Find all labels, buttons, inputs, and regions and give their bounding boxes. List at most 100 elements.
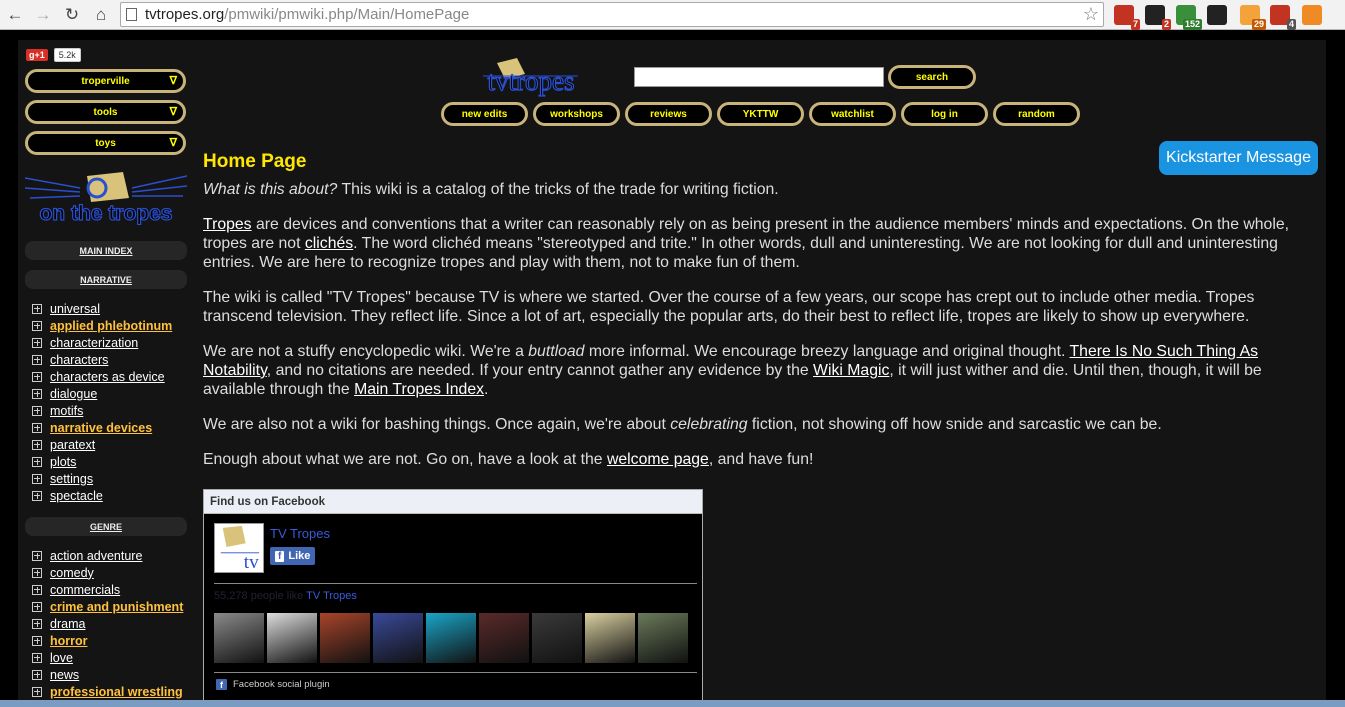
google-plus-button[interactable]: g+1 [26,49,48,61]
sidebar-item-label[interactable]: comedy [50,566,94,580]
sidebar-item-label[interactable]: settings [50,472,93,486]
sidebar-item-plots[interactable]: plots [32,453,172,470]
google-plus-widget[interactable]: g+1 5.2k [26,48,81,62]
expand-icon[interactable] [32,422,42,433]
expand-icon[interactable] [32,567,42,578]
sidebar-item-label[interactable]: spectacle [50,489,103,503]
adblock-plus-icon[interactable]: 4 [1270,5,1296,30]
expand-icon[interactable] [32,439,42,450]
sidebar-item-applied-phlebotinum[interactable]: applied phlebotinum [32,317,172,334]
link-wiki-magic[interactable]: Wiki Magic [813,362,889,379]
nav-button-ykttw[interactable]: YKTTW [717,102,804,126]
facebook-plugin-footer[interactable]: f Facebook social plugin [216,679,330,690]
link-welcome-page[interactable]: welcome page [607,451,709,468]
sidebar-item-label[interactable]: drama [50,617,85,631]
sidebar-item-dialogue[interactable]: dialogue [32,385,172,402]
address-bar[interactable]: tvtropes.org/pmwiki/pmwiki.php/Main/Home… [120,2,1104,27]
dropdown-tools[interactable]: tools ∇ [25,100,186,124]
sidebar-item-universal[interactable]: universal [32,300,172,317]
sidebar-item-label[interactable]: horror [50,634,88,648]
sidebar-item-drama[interactable]: drama [32,615,183,632]
expand-icon[interactable] [32,584,42,595]
nav-button-new-edits[interactable]: new edits [441,102,528,126]
sidebar-item-label[interactable]: news [50,668,79,682]
sidebar-item-label[interactable]: crime and punishment [50,600,183,614]
fan-avatar[interactable] [214,613,264,663]
sidebar-item-label[interactable]: commercials [50,583,120,597]
sidebar-item-label[interactable]: action adventure [50,549,142,563]
expand-icon[interactable] [32,686,42,697]
rss-icon[interactable] [1302,5,1322,25]
dropdown-toys[interactable]: toys ∇ [25,131,186,155]
forward-icon[interactable]: → [32,4,54,26]
section-genre[interactable]: GENRE [25,517,187,536]
sidebar-item-love[interactable]: love [32,649,183,666]
expand-icon[interactable] [32,669,42,680]
link-cliches[interactable]: clichés [305,235,353,252]
nav-button-workshops[interactable]: workshops [533,102,620,126]
home-icon[interactable]: ⌂ [90,4,112,26]
sidebar-item-characters-as-device[interactable]: characters as device [32,368,172,385]
expand-icon[interactable] [32,652,42,663]
expand-icon[interactable] [32,473,42,484]
expand-icon[interactable] [32,371,42,382]
sidebar-item-comedy[interactable]: comedy [32,564,183,581]
sidebar-item-label[interactable]: motifs [50,404,83,418]
sidebar-item-commercials[interactable]: commercials [32,581,183,598]
sidebar-item-label[interactable]: love [50,651,73,665]
expand-icon[interactable] [32,337,42,348]
sidebar-item-narrative-devices[interactable]: narrative devices [32,419,172,436]
fan-avatar[interactable] [585,613,635,663]
tvtropes-logo[interactable]: tvtropes [473,58,588,98]
rss-feed-icon[interactable]: 29 [1240,5,1266,30]
reload-icon[interactable]: ↻ [61,4,83,26]
expand-icon[interactable] [32,456,42,467]
search-input[interactable] [634,67,884,87]
sidebar-item-label[interactable]: plots [50,455,76,469]
sidebar-item-label[interactable]: universal [50,302,100,316]
sidebar-item-settings[interactable]: settings [32,470,172,487]
expand-icon[interactable] [32,405,42,416]
fan-avatar[interactable] [638,613,688,663]
nav-button-watchlist[interactable]: watchlist [809,102,896,126]
search-button[interactable]: search [888,65,976,89]
expand-icon[interactable] [32,303,42,314]
likes-page-link[interactable]: TV Tropes [306,590,357,602]
fan-avatar[interactable] [532,613,582,663]
gmail-icon[interactable]: 7 [1114,5,1140,30]
sidebar-item-label[interactable]: characterization [50,336,138,350]
dropdown-troperville[interactable]: troperville ∇ [25,69,186,93]
facebook-like-button[interactable]: f Like [270,547,316,565]
link-tropes[interactable]: Tropes [203,216,252,233]
tvtropes-page-thumbnail[interactable]: tv [214,523,264,573]
on-the-tropes-logo[interactable]: on the tropes [25,170,187,225]
extension-s-icon[interactable]: 2 [1145,5,1171,30]
sidebar-item-paratext[interactable]: paratext [32,436,172,453]
link-main-tropes-index[interactable]: Main Tropes Index [354,381,484,398]
sidebar-item-action-adventure[interactable]: action adventure [32,547,183,564]
nav-button-log-in[interactable]: log in [901,102,988,126]
sidebar-item-motifs[interactable]: motifs [32,402,172,419]
sidebar-item-label[interactable]: applied phlebotinum [50,319,172,333]
fan-avatar[interactable] [479,613,529,663]
expand-icon[interactable] [32,601,42,612]
nav-button-random[interactable]: random [993,102,1080,126]
expand-icon[interactable] [32,388,42,399]
fan-avatar[interactable] [320,613,370,663]
expand-icon[interactable] [32,550,42,561]
sidebar-item-characterization[interactable]: characterization [32,334,172,351]
sidebar-item-label[interactable]: narrative devices [50,421,152,435]
fan-avatar[interactable] [267,613,317,663]
fan-avatar[interactable] [426,613,476,663]
back-icon[interactable]: ← [4,4,26,26]
sidebar-item-horror[interactable]: horror [32,632,183,649]
expand-icon[interactable] [32,490,42,501]
facebook-page-name[interactable]: TV Tropes [270,526,330,541]
sidebar-item-news[interactable]: news [32,666,183,683]
section-main-index[interactable]: MAIN INDEX [25,241,187,260]
sidebar-item-spectacle[interactable]: spectacle [32,487,172,504]
fan-avatar[interactable] [373,613,423,663]
sidebar-item-crime-and-punishment[interactable]: crime and punishment [32,598,183,615]
expand-icon[interactable] [32,320,42,331]
expand-icon[interactable] [32,618,42,629]
